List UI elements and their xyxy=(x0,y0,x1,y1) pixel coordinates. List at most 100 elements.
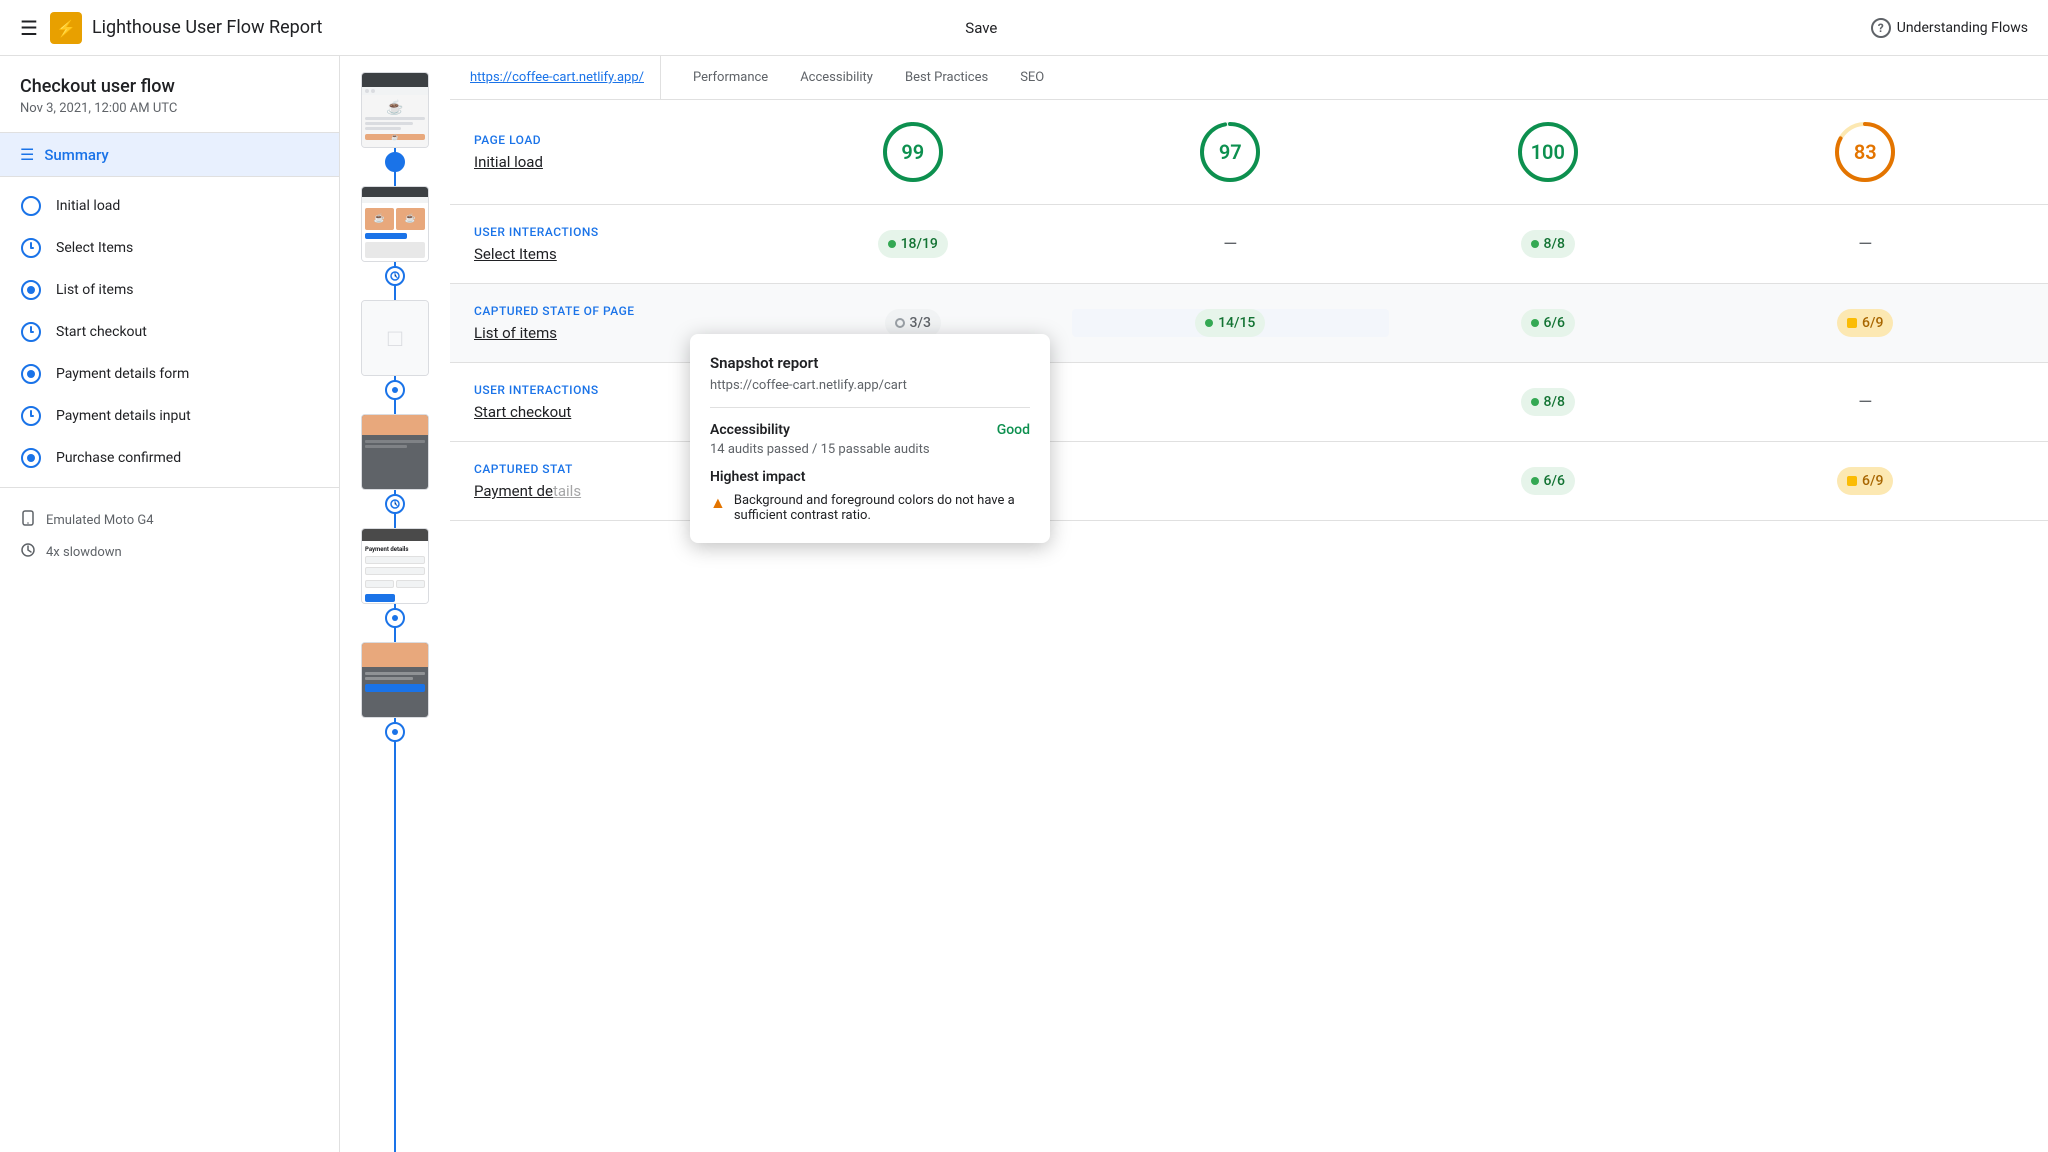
score-value-100: 100 xyxy=(1531,140,1565,164)
section-name-initial-load[interactable]: Initial load xyxy=(474,153,543,171)
section-info-2: User interactions Select Items xyxy=(474,225,754,263)
clock-icon xyxy=(20,321,42,343)
score-cell-seo-4: — xyxy=(1707,392,2025,413)
tab-best-practices[interactable]: Best Practices xyxy=(889,56,1004,99)
score-badge-3-3: 3/3 xyxy=(885,309,941,337)
tooltip-impact-item-1: ▲ Background and foreground colors do no… xyxy=(710,493,1030,523)
snap-icon xyxy=(20,279,42,301)
warning-icon: ▲ xyxy=(710,493,726,513)
badge-value-6: 6/9 xyxy=(1862,315,1883,331)
app-header: ☰ ⚡ Lighthouse User Flow Report Save ? U… xyxy=(0,0,2048,56)
timeline-item-6[interactable] xyxy=(361,642,429,746)
timeline-item-4[interactable] xyxy=(361,414,429,518)
gray-circle-icon xyxy=(895,318,905,328)
score-cell-bp-5: 6/6 xyxy=(1389,467,1707,495)
score-badge-14-15: 14/15 xyxy=(1195,309,1265,337)
tooltip-accessibility-status: Good xyxy=(997,422,1030,438)
svg-text:⚡: ⚡ xyxy=(56,19,76,38)
clock-icon xyxy=(20,405,42,427)
score-dash-3: — xyxy=(1858,392,1872,413)
sidebar-item-initial-load[interactable]: Initial load xyxy=(0,185,339,227)
score-value-97: 97 xyxy=(1219,140,1242,164)
device-info: Emulated Moto G4 4x slowdown xyxy=(0,487,339,568)
badge-value-7: 8/8 xyxy=(1544,394,1565,410)
green-dot xyxy=(888,240,896,248)
emulated-device: Emulated Moto G4 xyxy=(20,504,319,536)
score-cell-perf-2: 18/19 xyxy=(754,230,1072,258)
score-badge-8-8-2: 8/8 xyxy=(1521,388,1575,416)
tooltip-accessibility-label: Accessibility Good xyxy=(710,422,1030,438)
tab-performance[interactable]: Performance xyxy=(677,56,784,99)
score-dash-1: — xyxy=(1223,234,1237,255)
sidebar-item-purchase-confirmed[interactable]: Purchase confirmed xyxy=(0,437,339,479)
phone-icon xyxy=(20,510,36,530)
screenshot-thumb-4 xyxy=(361,414,429,490)
section-name-list-of-items[interactable]: List of items xyxy=(474,324,557,342)
step-label: Purchase confirmed xyxy=(56,450,181,466)
section-type-1: Page load xyxy=(474,133,754,147)
tooltip-impact-label: Highest impact xyxy=(710,469,1030,485)
sidebar: Checkout user flow Nov 3, 2021, 12:00 AM… xyxy=(0,56,340,1152)
section-type-3: Captured state of page xyxy=(474,304,754,318)
screenshot-thumb-1: ☕ ☕ xyxy=(361,72,429,148)
score-cell-perf-1: 99 xyxy=(754,120,1072,184)
screenshot-thumb-6 xyxy=(361,642,429,718)
score-badge-18-19: 18/19 xyxy=(878,230,948,258)
tab-accessibility[interactable]: Accessibility xyxy=(784,56,889,99)
green-dot-4 xyxy=(1531,319,1539,327)
tab-url[interactable]: https://coffee-cart.netlify.app/ xyxy=(470,56,661,99)
timeline-item-5[interactable]: Payment details xyxy=(361,528,429,632)
help-label: Understanding Flows xyxy=(1897,20,2028,36)
sidebar-item-start-checkout[interactable]: Start checkout xyxy=(0,311,339,353)
screenshot-thumb-5: Payment details xyxy=(361,528,429,604)
slowdown-info: 4x slowdown xyxy=(20,536,319,568)
list-icon: ☰ xyxy=(20,145,34,164)
score-cell-bp-3: 6/6 xyxy=(1389,309,1707,337)
steps-list: Initial load Select Items List of items xyxy=(0,177,339,487)
sidebar-item-payment-input[interactable]: Payment details input xyxy=(0,395,339,437)
step-label: Payment details form xyxy=(56,366,189,382)
score-cell-bp-1: 100 xyxy=(1389,120,1707,184)
summary-nav-item[interactable]: ☰ Summary xyxy=(0,133,339,177)
summary-label: Summary xyxy=(44,146,108,164)
section-info-1: Page load Initial load xyxy=(474,133,754,171)
timeline-node-3 xyxy=(385,380,405,400)
tooltip-url: https://coffee-cart.netlify.app/cart xyxy=(710,378,1030,408)
menu-icon[interactable]: ☰ xyxy=(20,16,38,40)
score-cell-bp-2: 8/8 xyxy=(1389,230,1707,258)
section-name-payment[interactable]: Payment details xyxy=(474,482,581,500)
orange-square-icon-2 xyxy=(1847,476,1857,486)
snap-icon xyxy=(20,447,42,469)
timeline-item-2[interactable]: ☕ ☕ xyxy=(361,186,429,290)
step-label: Initial load xyxy=(56,198,120,214)
timeline-item-3[interactable]: □ xyxy=(361,300,429,404)
section-scores-1: 99 97 xyxy=(754,120,2024,184)
section-name-select-items[interactable]: Select Items xyxy=(474,245,557,263)
section-name-start-checkout[interactable]: Start checkout xyxy=(474,403,571,421)
score-cell-acc-2: — xyxy=(1072,234,1390,255)
timeline-node-2 xyxy=(385,266,405,286)
timeline-item-1[interactable]: ☕ ☕ xyxy=(361,72,429,176)
timeline-node-4 xyxy=(385,494,405,514)
score-cell-seo-2: — xyxy=(1707,234,2025,255)
step-label: Start checkout xyxy=(56,324,147,340)
score-cell-bp-4: 8/8 xyxy=(1389,388,1707,416)
badge-value-4: 14/15 xyxy=(1218,315,1255,331)
badge-value-9: 6/9 xyxy=(1862,473,1883,489)
score-cell-perf-3: 3/3 xyxy=(754,309,1072,337)
screenshot-thumb-3: □ xyxy=(361,300,429,376)
circle-icon xyxy=(20,195,42,217)
sidebar-item-list-of-items[interactable]: List of items xyxy=(0,269,339,311)
snapshot-tooltip: Snapshot report https://coffee-cart.netl… xyxy=(690,334,1050,543)
understanding-flows-link[interactable]: ? Understanding Flows xyxy=(1871,18,2028,38)
tab-seo[interactable]: SEO xyxy=(1004,56,1060,99)
score-badge-6-9: 6/9 xyxy=(1837,309,1893,337)
sidebar-item-select-items[interactable]: Select Items xyxy=(0,227,339,269)
flow-date: Nov 3, 2021, 12:00 AM UTC xyxy=(20,101,319,116)
save-button[interactable]: Save xyxy=(953,13,1009,43)
green-dot-6 xyxy=(1531,477,1539,485)
score-badge-8-8: 8/8 xyxy=(1521,230,1575,258)
sidebar-flow-info: Checkout user flow Nov 3, 2021, 12:00 AM… xyxy=(0,56,339,133)
score-area: https://coffee-cart.netlify.app/ Perform… xyxy=(450,56,2048,1152)
sidebar-item-payment-form[interactable]: Payment details form xyxy=(0,353,339,395)
